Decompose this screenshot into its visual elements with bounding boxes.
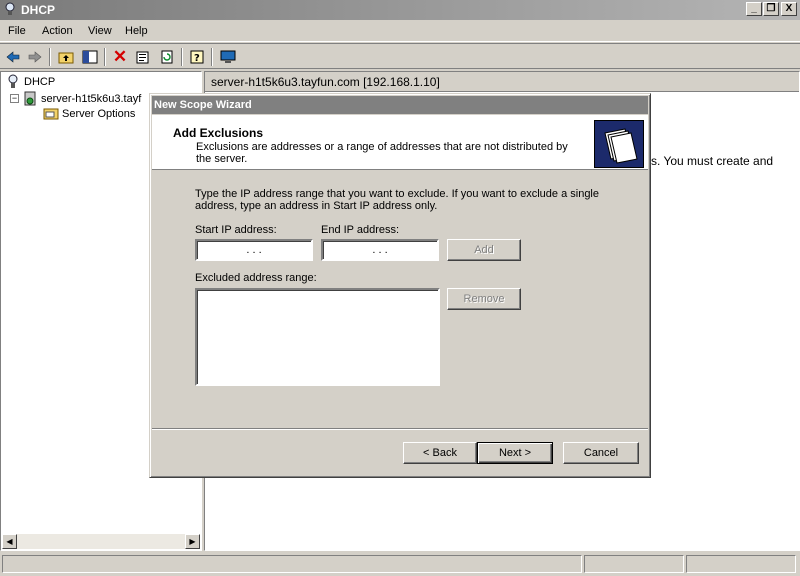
excluded-range-list[interactable] [195,288,440,386]
svg-text:?: ? [194,53,200,64]
end-ip-field[interactable]: . . . [321,239,439,261]
menu-view[interactable]: View [88,25,112,37]
tree-item-dhcp[interactable]: DHCP [5,74,55,89]
tree-horizontal-scrollbar[interactable]: ◀ ▶ [2,534,200,549]
console-icon[interactable] [218,47,238,67]
tree-item-server-options[interactable]: Server Options [43,106,135,121]
delete-icon[interactable]: ✕ [110,47,130,67]
end-ip-label: End IP address: [321,224,400,236]
remove-button[interactable]: Remove [447,288,521,310]
back-button[interactable]: < Back [403,442,477,464]
up-folder-icon[interactable] [56,47,76,67]
cancel-button[interactable]: Cancel [563,442,639,464]
close-button[interactable]: X [781,2,797,16]
new-scope-wizard-dialog: New Scope Wizard Add Exclusions Exclusio… [149,93,651,478]
status-cell [2,555,582,573]
menu-file[interactable]: File [8,25,26,37]
dhcp-icon [5,2,15,15]
toolbar-separator [104,48,106,66]
tree-item-server[interactable]: − server-h1t5k6u3.tayf [10,91,141,106]
details-text: s. You must create and [651,154,774,168]
status-cell [584,555,684,573]
window-titlebar: DHCP _ ❐ X [0,0,800,20]
folders-icon [594,120,644,168]
properties-icon[interactable] [133,47,153,67]
wizard-header: Add Exclusions Exclusions are addresses … [152,115,648,170]
refresh-icon[interactable] [157,47,177,67]
forward-arrow-icon[interactable] [25,47,45,67]
folder-options-icon [43,108,59,120]
toolbar-separator [181,48,183,66]
tree-label-server-options: Server Options [62,107,136,120]
page-title: Add Exclusions [173,126,264,140]
start-ip-label: Start IP address: [195,224,277,236]
dialog-title: New Scope Wizard [152,96,648,114]
toolbar: ✕ ? [0,43,800,69]
minimize-button[interactable]: _ [746,2,762,16]
show-tree-icon[interactable] [80,47,100,67]
restore-button[interactable]: ❐ [763,2,779,16]
back-arrow-icon[interactable] [3,47,23,67]
add-button[interactable]: Add [447,239,521,261]
window-title: DHCP [21,3,56,17]
page-description: Exclusions are addresses or a range of a… [196,141,568,165]
start-ip-field[interactable]: . . . [195,239,313,261]
menu-action[interactable]: Action [42,25,73,37]
tree-label-dhcp: DHCP [24,75,56,88]
button-divider [152,428,648,430]
toolbar-separator [211,48,213,66]
toolbar-separator [49,48,51,66]
scroll-right-icon[interactable]: ▶ [185,534,200,549]
server-icon [24,91,36,106]
dhcp-icon [8,74,18,88]
instructions-text: Type the IP address range that you want … [195,188,599,212]
details-header: server-h1t5k6u3.tayfun.com [192.168.1.10… [205,72,799,92]
tree-label-server: server-h1t5k6u3.tayf [41,92,142,105]
excluded-range-label: Excluded address range: [195,272,317,284]
help-icon[interactable]: ? [187,47,207,67]
menu-bar: File Action View Help [0,20,800,42]
status-bar [0,552,800,576]
collapse-icon[interactable]: − [10,94,19,103]
menu-help[interactable]: Help [125,25,148,37]
next-button[interactable]: Next > [477,442,553,464]
status-cell [686,555,796,573]
scroll-left-icon[interactable]: ◀ [2,534,17,549]
